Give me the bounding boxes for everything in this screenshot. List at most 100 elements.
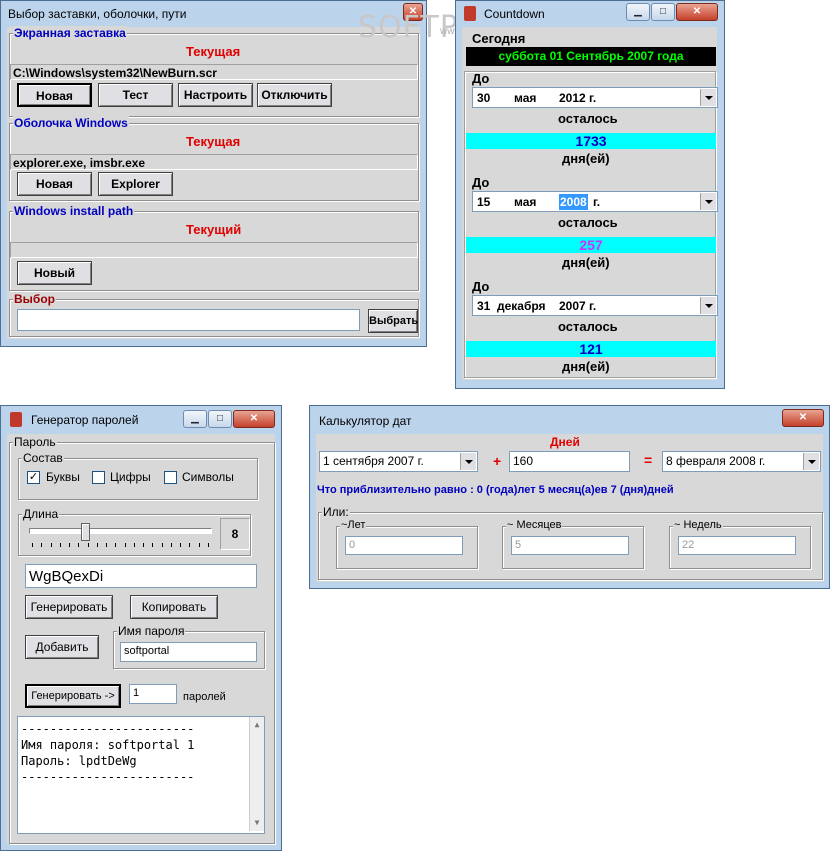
new-install-path-button[interactable]: Новый (17, 261, 92, 285)
date2-year-selected[interactable]: 2008 (559, 194, 588, 210)
scroll-up-icon[interactable]: ▲ (250, 717, 264, 733)
install-path-group-label: Windows install path (13, 204, 135, 218)
install-path (10, 242, 418, 258)
date3-day: 31 (477, 299, 491, 313)
window1-client: Экранная заставка Текущая C:\Windows\sys… (7, 26, 420, 339)
approx-text: Что приблизительно равно : 0 (года)лет 5… (317, 484, 674, 496)
chevron-down-icon[interactable] (803, 453, 819, 470)
days-unit: дня(ей) (562, 359, 610, 374)
generate-multiple-button[interactable]: Генерировать -> (25, 684, 121, 708)
letters-label: Буквы (46, 470, 80, 484)
configure-screensaver-button[interactable]: Настроить (178, 83, 253, 107)
explorer-shell-button[interactable]: Explorer (98, 172, 173, 196)
days-left-3: 121 (466, 341, 716, 357)
months-field[interactable]: 5 (511, 536, 629, 555)
output-scrollbar[interactable]: ▲ ▼ (249, 717, 264, 831)
window1-title: Выбор заставки, оболочки, пути (8, 7, 187, 21)
generate-button[interactable]: Генерировать (25, 595, 113, 619)
output-line: Имя пароля: softportal 1 (21, 738, 195, 752)
date3-year: 2007 г. (559, 299, 597, 313)
app-icon (464, 6, 476, 21)
window3-titlebar[interactable]: Генератор паролей ▁ □ ✕ (1, 406, 281, 433)
target-date-2-dropdown[interactable]: 15 мая 2008 г. (472, 191, 718, 212)
screensaver-path-text: C:\Windows\system32\NewBurn.scr (13, 66, 217, 80)
minimize-button[interactable]: ▁ (626, 3, 650, 21)
window2-titlebar[interactable]: Countdown ▁ □ ✕ (456, 1, 724, 28)
weeks-field[interactable]: 22 (678, 536, 796, 555)
equals-sign: = (644, 452, 653, 468)
weeks-group: ~ Недель 22 (669, 519, 811, 569)
days-input[interactable]: 160 (509, 451, 630, 472)
length-slider-track[interactable] (29, 528, 212, 534)
days-left-2: 257 (466, 237, 716, 253)
chevron-down-icon[interactable] (700, 89, 716, 106)
letters-checkbox[interactable]: ✓ (27, 471, 40, 484)
to-label: До (472, 71, 490, 86)
disable-screensaver-button[interactable]: Отключить (257, 83, 332, 107)
shell-path: explorer.exe, imsbr.exe (10, 154, 418, 170)
app-icon (10, 412, 22, 427)
new-shell-button[interactable]: Новая (17, 172, 92, 196)
password-count-input[interactable]: 1 (129, 684, 177, 704)
password-name-group: Имя пароля softportal (113, 624, 265, 669)
slider-tick (78, 543, 80, 547)
window4-title: Калькулятор дат (319, 414, 412, 428)
date1-month: мая (514, 91, 537, 105)
shell-current-label: Текущая (186, 134, 241, 149)
length-group-label: Длина (22, 507, 60, 521)
minimize-button[interactable]: ▁ (183, 410, 207, 428)
length-group: Длина 8 (18, 507, 251, 556)
years-field[interactable]: 0 (345, 536, 463, 555)
close-button[interactable]: ✕ (233, 410, 275, 428)
slider-tick (170, 543, 172, 547)
months-label: ~ Месяцев (506, 519, 563, 531)
choice-group: Выбор Выбрать (9, 292, 419, 337)
choose-button[interactable]: Выбрать (368, 309, 418, 333)
chevron-down-icon[interactable] (700, 193, 716, 210)
password-group-label: Пароль (13, 435, 57, 449)
end-date-dropdown[interactable]: 8 февраля 2008 г. (662, 451, 821, 472)
window4-titlebar[interactable]: Калькулятор дат ✕ (310, 406, 829, 433)
target-date-1-dropdown[interactable]: 30 мая 2012 г. (472, 87, 718, 108)
install-current-label: Текущий (186, 222, 242, 237)
maximize-button[interactable]: □ (651, 3, 675, 21)
add-button[interactable]: Добавить (25, 635, 99, 659)
new-screensaver-button[interactable]: Новая (17, 83, 92, 107)
close-button[interactable]: ✕ (676, 3, 718, 21)
start-date-dropdown[interactable]: 1 сентября 2007 г. (319, 451, 478, 472)
choice-input[interactable] (17, 309, 360, 331)
password-output[interactable]: WgBQexDi (25, 564, 257, 588)
scroll-down-icon[interactable]: ▼ (250, 815, 264, 831)
length-slider-thumb[interactable] (81, 523, 91, 541)
end-date-value: 8 февраля 2008 г. (666, 454, 766, 468)
password-name-group-label: Имя пароля (117, 624, 186, 638)
to-label: До (472, 279, 490, 294)
or-group: Или: ~Лет 0 ~ Месяцев 5 ~ Недель 22 (318, 505, 823, 580)
slider-tick (96, 543, 98, 547)
window3-title: Генератор паролей (31, 413, 139, 427)
chevron-down-icon[interactable] (460, 453, 476, 470)
chevron-down-icon[interactable] (700, 297, 716, 314)
digits-checkbox[interactable] (92, 471, 105, 484)
years-group: ~Лет 0 (336, 519, 478, 569)
passwords-output-area[interactable]: ------------------------ Имя пароля: sof… (17, 716, 265, 834)
target-date-3-dropdown[interactable]: 31 декабря 2007 г. (472, 295, 718, 316)
symbols-checkbox[interactable] (164, 471, 177, 484)
today-label: Сегодня (472, 31, 526, 46)
copy-button[interactable]: Копировать (130, 595, 218, 619)
slider-tick (59, 543, 61, 547)
symbols-label: Символы (182, 470, 234, 484)
close-button[interactable]: ✕ (782, 409, 824, 427)
window2-title: Countdown (484, 7, 545, 21)
password-name-input[interactable]: softportal (120, 642, 257, 662)
today-value: суббота 01 Сентябрь 2007 года (466, 47, 716, 66)
date2-year-suffix: г. (593, 195, 601, 209)
slider-tick (143, 543, 145, 547)
maximize-button[interactable]: □ (208, 410, 232, 428)
date2-day: 15 (477, 195, 491, 209)
countdown-window: Countdown ▁ □ ✕ Сегодня суббота 01 Сентя… (455, 0, 725, 389)
left-label: осталось (558, 319, 618, 334)
test-screensaver-button[interactable]: Тест (98, 83, 173, 107)
date2-month: мая (514, 195, 537, 209)
screensaver-current-label: Текущая (186, 44, 241, 59)
